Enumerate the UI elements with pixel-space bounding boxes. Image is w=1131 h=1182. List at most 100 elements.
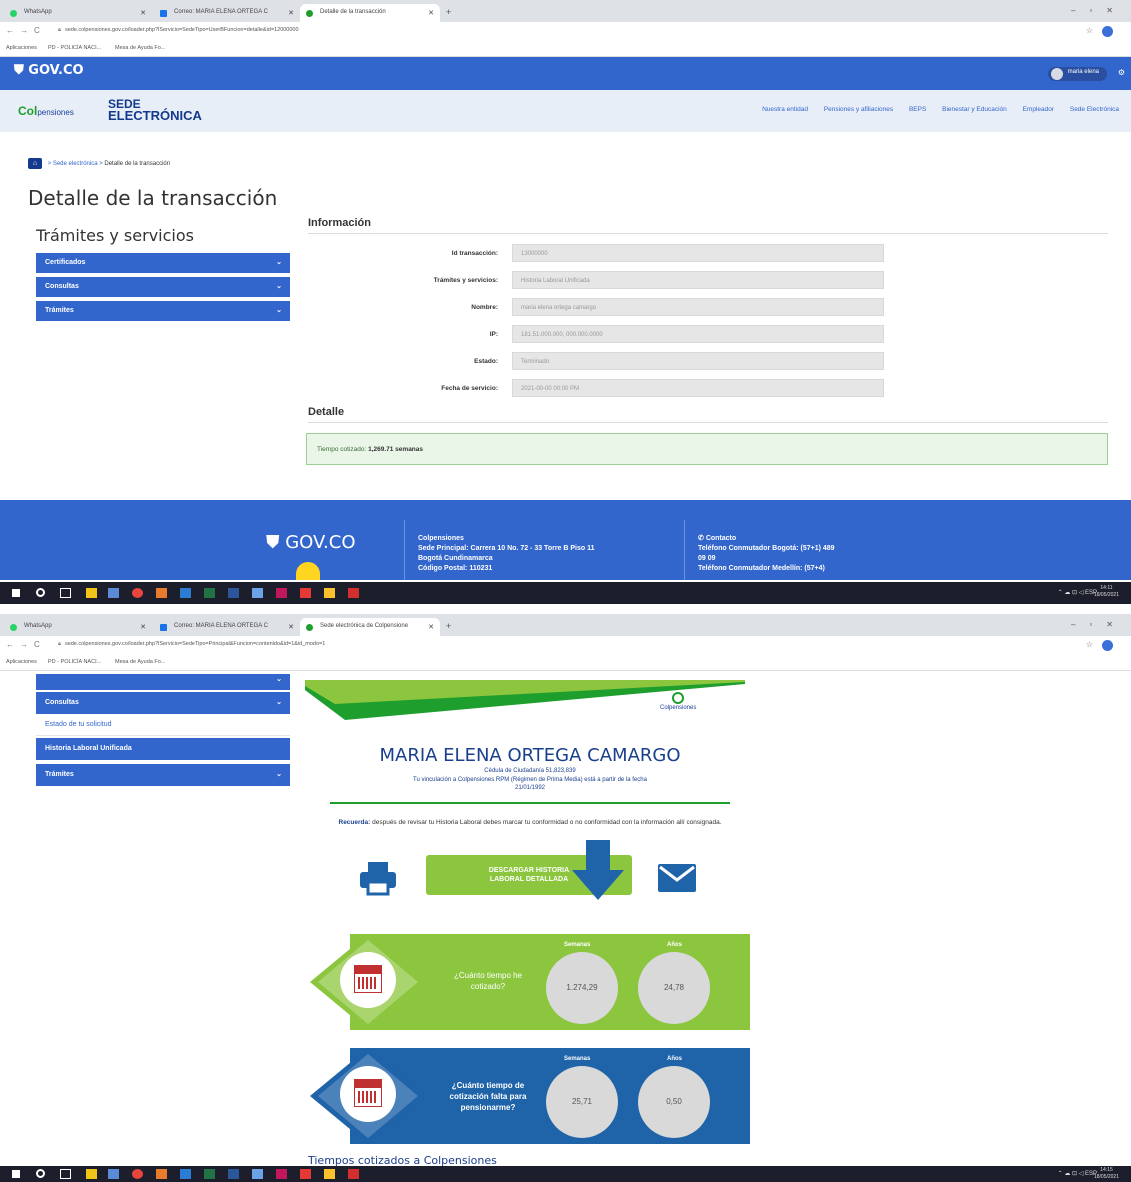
id-transaccion-input[interactable]: 13000000 — [512, 244, 884, 262]
close-tab-icon[interactable]: ✕ — [428, 9, 434, 17]
excel-icon[interactable] — [204, 588, 215, 598]
tab-whatsapp[interactable]: WhatsApp ✕ — [4, 618, 152, 636]
calendar-icon — [340, 1066, 396, 1122]
new-tab-icon[interactable]: + — [446, 7, 451, 17]
system-tray[interactable]: ⌃ ☁ ⊡ ◁ ESP — [1058, 589, 1097, 596]
menu-tramites[interactable]: Trámites ⌄ — [36, 301, 290, 321]
new-tab-icon[interactable]: + — [446, 621, 451, 631]
system-tray[interactable]: ⌃ ☁ ⊡ ◁ ESP — [1058, 1170, 1097, 1177]
menu-certificados-partial[interactable]: ⌄ — [36, 674, 290, 690]
gear-icon[interactable]: ⚙ — [1118, 68, 1125, 77]
app-icon[interactable] — [276, 588, 287, 598]
menu-certificados[interactable]: Certificados ⌄ — [36, 253, 290, 273]
clock[interactable]: 14:11 18/05/2021 — [1094, 585, 1119, 599]
nav-sede-electronica[interactable]: Sede Electrónica — [1070, 106, 1119, 113]
printer-icon[interactable] — [358, 860, 398, 896]
home-icon[interactable]: ⌂ — [28, 158, 42, 169]
bookmark-star-icon[interactable]: ☆ — [1086, 26, 1093, 35]
menu-consultas[interactable]: Consultas ⌄ — [36, 277, 290, 297]
window-controls[interactable]: –▫✕ — [1071, 6, 1127, 15]
profile-avatar[interactable] — [1102, 26, 1113, 37]
sede-electronica-logo[interactable]: SEDE ELECTRÓNICA — [108, 98, 202, 122]
profile-avatar[interactable] — [1102, 640, 1113, 651]
bookmark-apps[interactable]: Aplicaciones — [6, 45, 37, 51]
nav-beps[interactable]: BEPS — [909, 106, 926, 113]
menu-tramites[interactable]: Trámites ⌄ — [36, 764, 290, 786]
bookmark-policia[interactable]: PD - POLICÍA NACI... — [48, 659, 101, 665]
url-field[interactable]: 🔒︎ sede.colpensiones.gov.co/loader.php?lS… — [58, 641, 325, 648]
app-icon[interactable] — [108, 1169, 119, 1179]
chevron-down-icon: ⌄ — [276, 676, 282, 683]
nav-empleador[interactable]: Empleador — [1023, 106, 1054, 113]
acrobat-icon[interactable] — [348, 588, 359, 598]
recuerda-notice: Recuerda: después de revisar tu Historia… — [338, 819, 722, 826]
bookmark-mesa-ayuda[interactable]: Mesa de Ayuda Fo... — [115, 45, 165, 51]
close-tab-icon[interactable]: ✕ — [288, 623, 294, 631]
app-icon[interactable] — [324, 1169, 335, 1179]
search-icon[interactable] — [36, 1169, 45, 1178]
mail-icon[interactable] — [657, 863, 697, 893]
tab-detalle[interactable]: Detalle de la transacción ✕ — [300, 4, 440, 22]
app-icon[interactable] — [252, 588, 263, 598]
app-icon[interactable] — [300, 1169, 311, 1179]
breadcrumb-sede[interactable]: Sede electrónica — [53, 161, 98, 167]
chrome-icon[interactable] — [132, 588, 143, 598]
bookmark-policia[interactable]: PD - POLICÍA NACI... — [48, 45, 101, 51]
app-icon[interactable] — [180, 1169, 191, 1179]
fecha-input[interactable]: 2021-00-00 00:00 PM — [512, 379, 884, 397]
estado-input[interactable]: Terminado — [512, 352, 884, 370]
app-icon[interactable] — [156, 1169, 167, 1179]
tab-sede[interactable]: Sede electrónica de Colpensione ✕ — [300, 618, 440, 636]
file-explorer-icon[interactable] — [86, 588, 97, 598]
menu-historia-laboral[interactable]: Historia Laboral Unificada — [36, 738, 290, 760]
tramites-input[interactable]: Historia Laboral Unificada — [512, 271, 884, 289]
app-icon[interactable] — [276, 1169, 287, 1179]
task-view-icon[interactable] — [60, 1169, 71, 1179]
file-explorer-icon[interactable] — [86, 1169, 97, 1179]
app-icon[interactable] — [324, 588, 335, 598]
excel-icon[interactable] — [204, 1169, 215, 1179]
nav-nuestra-entidad[interactable]: Nuestra entidad — [762, 106, 808, 113]
word-icon[interactable] — [228, 1169, 239, 1179]
colpensiones-logo[interactable]: Colpensiones — [18, 102, 74, 120]
bookmark-star-icon[interactable]: ☆ — [1086, 640, 1093, 649]
clock[interactable]: 14:15 18/05/2021 — [1094, 1167, 1119, 1181]
user-menu[interactable]: maria elena — [1047, 67, 1107, 81]
tab-whatsapp[interactable]: WhatsApp ✕ — [4, 4, 152, 22]
tab-correo[interactable]: Correo: MARIA ELENA ORTEGA C ✕ — [154, 4, 300, 22]
search-icon[interactable] — [36, 588, 45, 597]
app-icon[interactable] — [156, 588, 167, 598]
app-icon[interactable] — [180, 588, 191, 598]
nav-buttons[interactable]: ←→C — [6, 26, 46, 35]
close-tab-icon[interactable]: ✕ — [140, 9, 146, 17]
nav-pensiones[interactable]: Pensiones y afiliaciones — [824, 106, 893, 113]
url-field[interactable]: 🔒︎ sede.colpensiones.gov.co/loader.php?lS… — [58, 27, 299, 34]
avatar — [1050, 68, 1063, 80]
close-tab-icon[interactable]: ✕ — [140, 623, 146, 631]
nav-bienestar[interactable]: Bienestar y Educación — [942, 106, 1007, 113]
bookmark-mesa-ayuda[interactable]: Mesa de Ayuda Fo... — [115, 659, 165, 665]
word-icon[interactable] — [228, 588, 239, 598]
close-tab-icon[interactable]: ✕ — [428, 623, 434, 631]
footer-govco-logo[interactable]: ⛊ GOV.CO — [266, 532, 356, 553]
nav-buttons[interactable]: ←→C — [6, 640, 46, 649]
nombre-input[interactable]: maria elena ortega camargo — [512, 298, 884, 316]
task-view-icon[interactable] — [60, 588, 71, 598]
window-controls[interactable]: –▫✕ — [1071, 620, 1127, 629]
ip-input[interactable]: 181.51.000.000, 000.000.0000 — [512, 325, 884, 343]
tab-correo[interactable]: Correo: MARIA ELENA ORTEGA C ✕ — [154, 618, 300, 636]
govco-logo[interactable]: ⛊ GOV.CO — [14, 63, 84, 78]
menu-estado-solicitud[interactable]: Estado de tu solicitud — [36, 714, 290, 736]
bookmark-apps[interactable]: Aplicaciones — [6, 659, 37, 665]
field-ip: IP: 181.51.000.000, 000.000.0000 — [330, 325, 890, 345]
app-icon[interactable] — [252, 1169, 263, 1179]
app-icon[interactable] — [300, 588, 311, 598]
detail-heading: Detalle — [308, 406, 345, 418]
acrobat-icon[interactable] — [348, 1169, 359, 1179]
chrome-icon[interactable] — [132, 1169, 143, 1179]
windows-start-icon[interactable] — [12, 1170, 20, 1178]
menu-consultas[interactable]: Consultas ⌄ — [36, 692, 290, 714]
close-tab-icon[interactable]: ✕ — [288, 9, 294, 17]
app-icon[interactable] — [108, 588, 119, 598]
windows-start-icon[interactable] — [12, 589, 20, 597]
